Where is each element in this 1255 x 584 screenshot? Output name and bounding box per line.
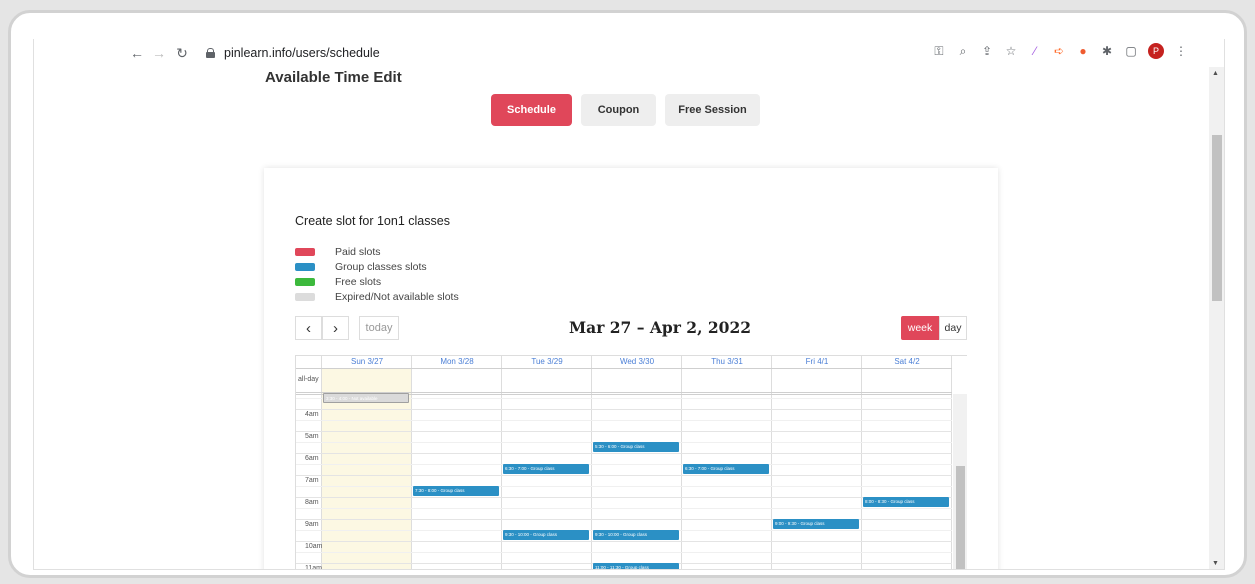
calendar-event[interactable]: 5:30 - 6:00 - Group class [593, 442, 679, 452]
zoom-icon[interactable]: ⌕ [956, 44, 970, 58]
column-divider [951, 356, 952, 569]
half-hour-line [296, 464, 952, 465]
sidebar-icon[interactable]: ▢ [1124, 44, 1138, 58]
time-label: 11am [305, 565, 322, 570]
time-label: 9am [305, 521, 319, 528]
toolbar-icons: ⚿ ⌕ ⇪ ☆ ⁄ ➪ ● ✱ ▢ P ⋮ [932, 43, 1188, 59]
column-divider [681, 356, 682, 569]
calendar-event[interactable]: 9:30 - 10:00 - Group class [503, 530, 589, 540]
legend-swatch-expired [295, 293, 315, 301]
column-divider [591, 356, 592, 569]
half-hour-line [296, 486, 952, 487]
calendar-event[interactable]: 6:30 - 7:00 - Group class [683, 464, 769, 474]
column-divider [321, 356, 322, 569]
browser-window: ← → ↻ pinlearn.info/users/schedule ⚿ ⌕ ⇪… [33, 39, 1225, 570]
url-text: pinlearn.info/users/schedule [224, 46, 380, 60]
schedule-card: Create slot for 1on1 classes Paid slots … [264, 168, 998, 570]
column-divider [411, 356, 412, 569]
share-icon[interactable]: ⇪ [980, 44, 994, 58]
puzzle-icon[interactable]: ✱ [1100, 44, 1114, 58]
calendar-event[interactable]: 9:00 - 9:30 - Group class [773, 519, 859, 529]
time-label: 4am [305, 411, 319, 418]
reload-icon[interactable]: ↻ [171, 42, 193, 64]
browser-toolbar: ← → ↻ pinlearn.info/users/schedule ⚿ ⌕ ⇪… [34, 39, 1224, 67]
key-icon[interactable]: ⚿ [932, 44, 946, 58]
day-header: Thu 3/31 [711, 357, 743, 366]
tab-free-session[interactable]: Free Session [665, 94, 760, 126]
calendar-event[interactable]: 9:30 - 10:00 - Group class [593, 530, 679, 540]
time-label: 7am [305, 477, 319, 484]
prev-week-button[interactable]: ‹ [295, 316, 322, 340]
calendar-grid: all-day Sun 3/27 Mon 3/28 Tue 3/29 Wed 3/30… [295, 355, 967, 570]
time-label: 6am [305, 455, 319, 462]
card-title: Create slot for 1on1 classes [295, 214, 450, 228]
calendar-event[interactable]: 7:30 - 8:00 - Group class [413, 486, 499, 496]
legend-expired: Expired/Not available slots [295, 291, 459, 303]
lock-icon [206, 48, 215, 58]
legend-label: Free slots [335, 276, 382, 288]
scroll-up-icon[interactable]: ▲ [1212, 70, 1219, 77]
day-header: Wed 3/30 [619, 357, 655, 366]
calendar-event[interactable]: 11:00 - 11:30 - Group class [593, 563, 679, 569]
scroll-down-icon[interactable]: ▼ [1212, 560, 1219, 567]
day-header: Sat 4/2 [894, 357, 920, 366]
legend-label: Group classes slots [335, 261, 427, 273]
legend-swatch-free [295, 278, 315, 286]
page-title: Available Time Edit [265, 69, 402, 86]
half-hour-line [296, 552, 952, 553]
week-view-button[interactable]: week [901, 316, 939, 340]
page-scroll-thumb[interactable] [1212, 135, 1222, 301]
hour-line [296, 453, 952, 454]
legend-label: Expired/Not available slots [335, 291, 459, 303]
legend-swatch-paid [295, 248, 315, 256]
legend-paid: Paid slots [295, 246, 381, 258]
legend-free: Free slots [295, 276, 381, 288]
day-header: Mon 3/28 [440, 357, 474, 366]
address-bar[interactable]: pinlearn.info/users/schedule [206, 42, 916, 64]
day-header: Sun 3/27 [350, 357, 384, 366]
legend-swatch-group [295, 263, 315, 271]
header-divider [296, 368, 952, 369]
calendar-event[interactable]: 8:00 - 8:30 - Group class [863, 497, 949, 507]
back-arrow-icon[interactable]: ← [126, 42, 148, 64]
column-divider [501, 356, 502, 569]
hour-line [296, 475, 952, 476]
next-week-button[interactable]: › [322, 316, 349, 340]
arrow-extension-icon[interactable]: ➪ [1052, 44, 1066, 58]
calendar-title: Mar 27 – Apr 2, 2022 [569, 318, 752, 337]
forward-arrow-icon[interactable]: → [148, 42, 170, 64]
calendar-scroll-thumb[interactable] [956, 466, 965, 569]
hour-line [296, 497, 952, 498]
hour-line [296, 431, 952, 432]
calendar-event[interactable]: 3:30 - 4:00 - Not available [323, 392, 409, 403]
column-divider [861, 356, 862, 569]
all-day-label: all-day [298, 376, 319, 383]
day-header: Tue 3/29 [531, 357, 563, 366]
column-divider [771, 356, 772, 569]
half-hour-line [296, 420, 952, 421]
calendar-event[interactable]: 6:30 - 7:00 - Group class [503, 464, 589, 474]
circle-extension-icon[interactable]: ● [1076, 44, 1090, 58]
half-hour-line [296, 508, 952, 509]
page-scrollbar[interactable]: ▲ ▼ [1209, 67, 1224, 569]
pen-extension-icon[interactable]: ⁄ [1028, 44, 1042, 58]
day-header: Fri 4/1 [805, 357, 829, 366]
time-label: 10am [305, 543, 323, 550]
tab-coupon[interactable]: Coupon [581, 94, 656, 126]
calendar-scrollbar[interactable] [953, 394, 967, 569]
hour-line [296, 541, 952, 542]
time-label: 8am [305, 499, 319, 506]
legend-group: Group classes slots [295, 261, 427, 273]
screenshot-frame: ← → ↻ pinlearn.info/users/schedule ⚿ ⌕ ⇪… [8, 10, 1247, 578]
profile-avatar[interactable]: P [1148, 43, 1164, 59]
time-label: 5am [305, 433, 319, 440]
legend-label: Paid slots [335, 246, 381, 258]
today-button[interactable]: today [359, 316, 399, 340]
tab-schedule[interactable]: Schedule [491, 94, 572, 126]
hour-line [296, 409, 952, 410]
day-view-button[interactable]: day [939, 316, 967, 340]
star-icon[interactable]: ☆ [1004, 44, 1018, 58]
menu-dots-icon[interactable]: ⋮ [1174, 44, 1188, 58]
